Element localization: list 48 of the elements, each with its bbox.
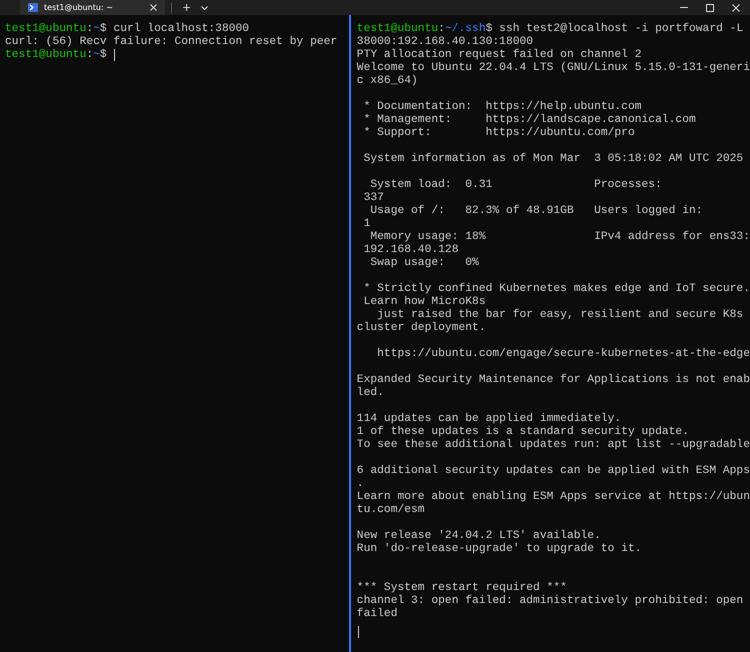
terminal-line: https://ubuntu.com/engage/secure-kubernetes-at-the-edge (376, 348, 750, 361)
terminal-line: 1 of these updates is a standard security update. (356, 426, 689, 438)
terminal-line: curl: (56) Recv failure: Connection reset by peer (5, 36, 338, 48)
terminal-line: test1@ubuntu:~$ (5, 49, 107, 62)
terminal-line: Learn more about enabling ESM Apps service at https://ubun (356, 491, 750, 504)
maximize-icon[interactable] (706, 4, 714, 12)
close-icon[interactable] (150, 4, 157, 11)
chevron-down-icon[interactable] (201, 6, 208, 10)
terminal-line: Memory usage: 18% IPv4 address for ens33: (369, 231, 750, 244)
terminal-line: * Strictly confined Kubernetes makes edge and IoT secure. (362, 283, 750, 296)
terminal-line: 337 (362, 192, 384, 205)
terminal-line: failed (356, 608, 398, 621)
close-icon[interactable] (732, 4, 740, 12)
terminal-line: channel 3: open failed: administratively prohibited: open (356, 595, 744, 608)
terminal-line: c x86_64) (356, 75, 418, 88)
terminal-line: * Management: https://landscape.canonical.com (362, 114, 696, 126)
terminal-line: System load: 0.31 Processes: (369, 179, 662, 192)
new-tab-button[interactable]: + (178, 1, 196, 14)
terminal-line: * Documentation: https://help.ubuntu.com (362, 101, 642, 114)
tab-title: test1@ubuntu: ~ (44, 3, 114, 12)
terminal-icon (28, 3, 38, 12)
terminal-line: . (356, 478, 364, 491)
terminal-line: 6 additional security updates can be applied with ESM Apps (356, 465, 750, 478)
terminal-line: 192.168.40.128 (362, 244, 458, 257)
terminal-line: Swap usage: 0% (369, 257, 479, 270)
terminal-line: Usage of /: 82.3% of 48.91GB Users logged in: (370, 205, 703, 218)
terminal-line: cluster deployment. (356, 322, 486, 335)
terminal-line: Learn how MicroK8s (362, 296, 486, 308)
terminal-line: just raised the bar for easy, resilient and secure K8s (376, 309, 744, 322)
terminal-line: System information as of Mon Mar 3 05:18:02 AM UTC 2025 (362, 153, 744, 166)
terminal-line: Welcome to Ubuntu 22.04.4 LTS (GNU/Linux 5.15.0-131-generi (356, 62, 750, 74)
terminal-pane[interactable]: test1@ubuntu:~$ curl localhost:38000 curl: (56) Recv failure: Connection reset by peer test1@ubuntu:~$ (0, 15, 349, 652)
terminal-line: test1@ubuntu:~$ curl localhost:38000 (5, 23, 250, 36)
terminal-pane[interactable] (348, 15, 750, 652)
terminal-line: tu.com/esm (356, 504, 425, 517)
terminal-line: Run 'do-release-upgrade' to upgrade to it. (356, 543, 642, 556)
terminal-line: test1@ubuntu:~/.ssh$ ssh test2@localhost -i portfoward -L (356, 23, 744, 36)
terminal-line: *** System restart required *** (356, 582, 567, 594)
terminal-line: 38000:192.168.40.130:18000 (356, 36, 534, 48)
terminal-line: 1 (362, 218, 370, 231)
terminal-line: To see these additional updates run: apt list --upgradable (356, 439, 750, 452)
terminal-line: 114 updates can be applied immediately. (356, 413, 622, 426)
terminal-line: New release '24.04.2 LTS' available. (356, 530, 601, 542)
terminal-line: led. (356, 387, 384, 400)
terminal-line: PTY allocation request failed on channel 2 (356, 49, 642, 62)
terminal-line: * Support: https://ubuntu.com/pro (362, 127, 635, 140)
terminal-tab[interactable]: test1@ubuntu: ~ (20, 0, 165, 15)
terminal-line: Expanded Security Maintenance for Applications is not enab (356, 374, 750, 386)
